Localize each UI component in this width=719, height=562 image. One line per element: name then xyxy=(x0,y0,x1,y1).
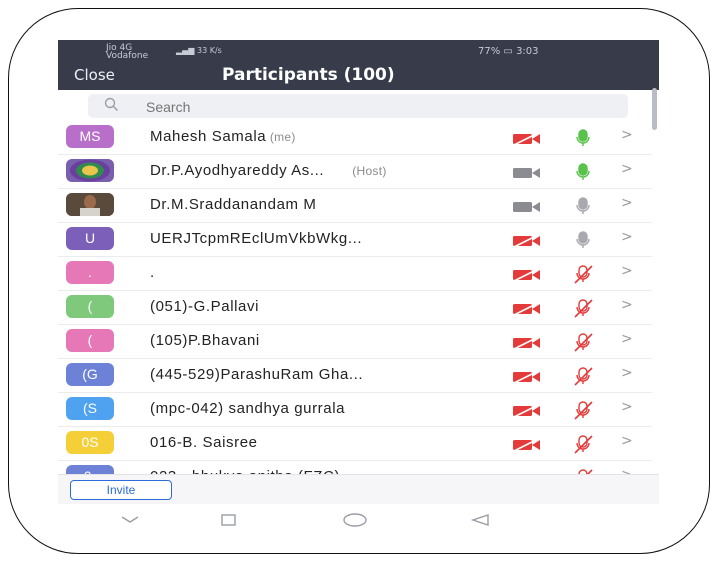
participant-row[interactable]: ( (105)P.Bhavani > xyxy=(58,325,652,359)
participant-row[interactable]: (S (mpc-042) sandhya gurrala > xyxy=(58,393,652,427)
avatar: (S xyxy=(66,397,114,420)
search-bar[interactable] xyxy=(88,94,628,118)
avatar: ( xyxy=(66,295,114,318)
camera-icon xyxy=(512,165,542,179)
close-button[interactable]: Close xyxy=(74,66,115,84)
me-tag: (me) xyxy=(266,130,296,144)
network-speed: 33 K/s xyxy=(197,46,222,55)
chevron-right-icon[interactable]: > xyxy=(621,161,633,177)
chevron-right-icon[interactable]: > xyxy=(621,331,633,347)
mic-icon xyxy=(572,195,594,217)
participant-name: UERJTcpmREclUmVkbWkg... xyxy=(150,230,363,247)
camera-off-icon xyxy=(512,369,542,384)
participant-row[interactable]: U UERJTcpmREclUmVkbWkg... > xyxy=(58,223,652,257)
participant-row[interactable]: (G (445-529)ParashuRam Gha... > xyxy=(58,359,652,393)
camera-off-icon xyxy=(512,233,542,248)
battery-icon: ▭ xyxy=(503,46,513,57)
battery-percent: 77% xyxy=(478,46,501,57)
participant-name: . xyxy=(150,264,155,281)
camera-off-icon xyxy=(512,335,542,350)
participant-name: Mahesh Samala (me) xyxy=(150,128,296,145)
camera-icon xyxy=(512,199,542,213)
search-icon xyxy=(104,97,119,116)
carrier-line2: Vodafone xyxy=(106,51,149,61)
host-tag: (Host) xyxy=(352,164,387,178)
clock: 3:03 xyxy=(516,46,539,57)
participant-row[interactable]: 0S 016-B. Saisree > xyxy=(58,427,652,461)
participant-row[interactable]: ( (051)-G.Pallavi > xyxy=(58,291,652,325)
camera-off-icon xyxy=(512,131,542,146)
avatar-emblem xyxy=(66,159,114,182)
scrollbar[interactable] xyxy=(652,88,657,130)
avatar: (G xyxy=(66,363,114,386)
carrier-info: Jio 4G Vodafone xyxy=(106,44,149,61)
chevron-right-icon[interactable]: > xyxy=(621,399,633,415)
chevron-right-icon[interactable]: > xyxy=(621,229,633,245)
participant-row[interactable]: Dr.P.Ayodhyareddy As... (Host) > xyxy=(58,155,652,189)
participant-name: Dr.M.Sraddanandam M xyxy=(150,196,317,213)
status-bar: Jio 4G Vodafone ▂▄▆ 33 K/s 77% ▭ 3:03 xyxy=(58,40,659,62)
avatar: MS xyxy=(66,125,114,148)
mic-muted-icon xyxy=(572,399,594,421)
participant-name: Dr.P.Ayodhyareddy As... (Host) xyxy=(150,162,387,179)
chevron-right-icon[interactable]: > xyxy=(621,365,633,381)
participant-name: (051)-G.Pallavi xyxy=(150,298,260,315)
camera-off-icon xyxy=(512,267,542,282)
android-nav-bar xyxy=(58,504,659,545)
avatar: ( xyxy=(66,329,114,352)
mic-icon xyxy=(572,127,594,149)
avatar-photo xyxy=(66,193,114,216)
chevron-right-icon[interactable]: > xyxy=(621,297,633,313)
chevron-right-icon[interactable]: > xyxy=(621,263,633,279)
participants-list: MS Mahesh Samala (me) > Dr.P.Ayodhyareddy A… xyxy=(58,121,652,495)
circle-icon[interactable] xyxy=(342,512,368,531)
mic-icon xyxy=(572,161,594,183)
mic-muted-icon xyxy=(572,297,594,319)
participant-name: (105)P.Bhavani xyxy=(150,332,260,349)
invite-button[interactable]: Invite xyxy=(70,480,172,500)
participant-row[interactable]: MS Mahesh Samala (me) > xyxy=(58,121,652,155)
status-right: 77% ▭ 3:03 xyxy=(478,46,539,57)
mic-muted-icon xyxy=(572,433,594,455)
camera-off-icon xyxy=(512,403,542,418)
square-icon[interactable] xyxy=(220,512,238,531)
triangle-back-icon[interactable] xyxy=(470,512,490,531)
camera-off-icon xyxy=(512,301,542,316)
header-bar: Close Participants (100) xyxy=(58,62,659,90)
participant-name: (mpc-042) sandhya gurrala xyxy=(150,400,346,417)
chevron-right-icon[interactable]: > xyxy=(621,433,633,449)
mic-muted-icon xyxy=(572,331,594,353)
phone-screen: Jio 4G Vodafone ▂▄▆ 33 K/s 77% ▭ 3:03 Cl… xyxy=(58,40,659,545)
participant-name: 016-B. Saisree xyxy=(150,434,258,451)
participant-row[interactable]: .. > xyxy=(58,257,652,291)
back-chevron-icon[interactable] xyxy=(120,512,140,531)
bottom-bar: Invite xyxy=(58,474,659,505)
mic-muted-icon xyxy=(572,365,594,387)
camera-off-icon xyxy=(512,437,542,452)
signal-icon: ▂▄▆ 33 K/s xyxy=(176,46,222,55)
mic-icon xyxy=(572,229,594,251)
search-input[interactable] xyxy=(144,96,608,118)
chevron-right-icon[interactable]: > xyxy=(621,127,633,143)
participant-row[interactable]: Dr.M.Sraddanandam M > xyxy=(58,189,652,223)
mic-muted-icon xyxy=(572,263,594,285)
avatar: 0S xyxy=(66,431,114,454)
page-title: Participants (100) xyxy=(222,65,395,85)
avatar: U xyxy=(66,227,114,250)
participant-name: (445-529)ParashuRam Gha... xyxy=(150,366,364,383)
avatar: . xyxy=(66,261,114,284)
chevron-right-icon[interactable]: > xyxy=(621,195,633,211)
